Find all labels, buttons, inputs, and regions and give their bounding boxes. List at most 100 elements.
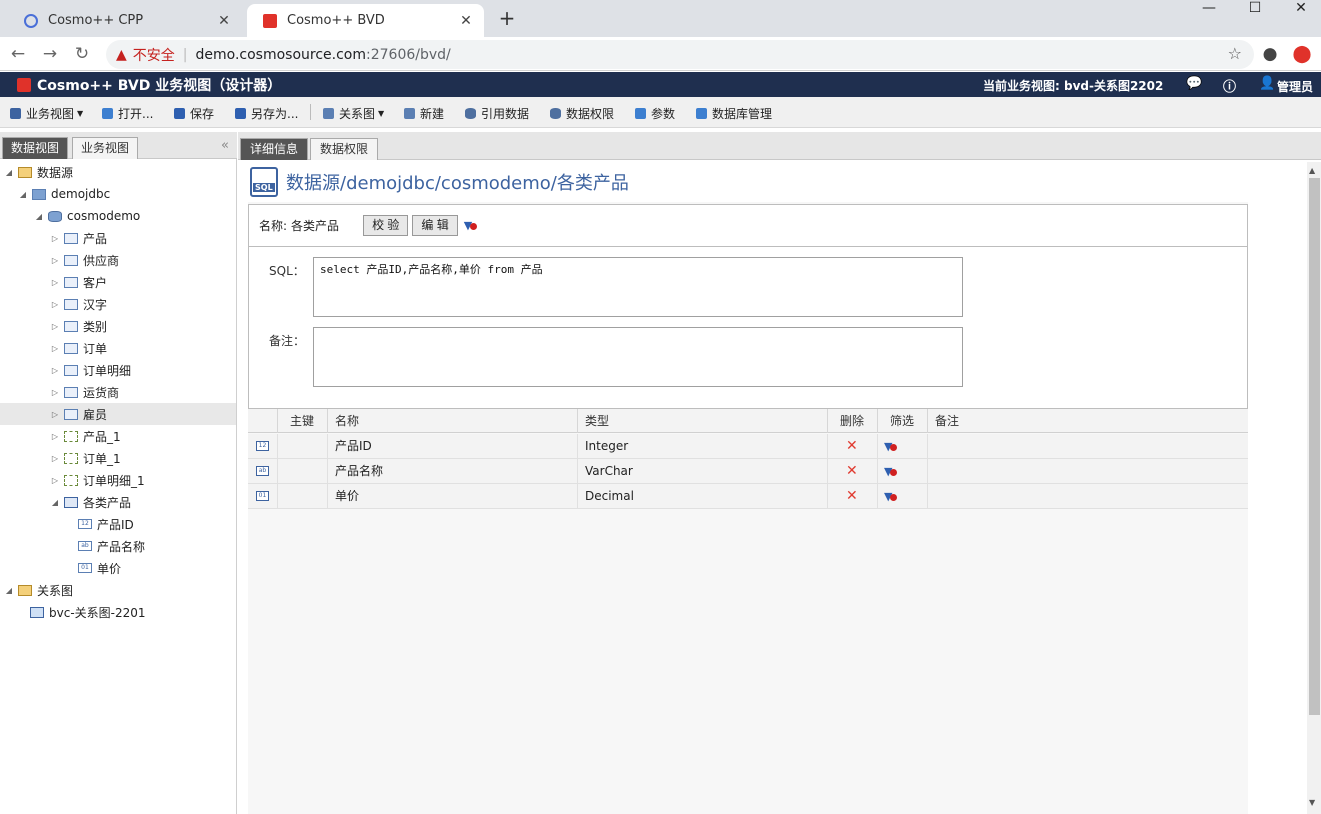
toolbar-data-permission-button[interactable]: 数据权限 bbox=[550, 105, 614, 122]
tree-node-column[interactable]: 01 单价 bbox=[78, 557, 121, 579]
collapse-arrow-icon[interactable]: ▷ bbox=[50, 256, 60, 265]
delete-icon[interactable]: ✕ bbox=[846, 488, 858, 504]
tree-node-datasource[interactable]: ◢ 数据源 bbox=[4, 161, 73, 183]
collapse-arrow-icon[interactable]: ▷ bbox=[50, 278, 60, 287]
table-row[interactable]: ab 产品名称 VarChar ✕ ▼ bbox=[248, 459, 1248, 484]
pk-cell[interactable] bbox=[277, 459, 327, 484]
tree-node-table[interactable]: ▷ 汉字 bbox=[50, 293, 107, 315]
remark-cell[interactable] bbox=[927, 434, 1248, 459]
toolbar-business-view-button[interactable]: 业务视图 ▼ bbox=[10, 105, 83, 122]
grid-header-pk[interactable]: 主键 bbox=[277, 409, 327, 433]
update-icon[interactable]: ⬤ bbox=[1290, 43, 1314, 65]
browser-tab-bvd[interactable]: Cosmo++ BVD ✕ bbox=[247, 4, 484, 37]
tree-node-table[interactable]: ▷ 订单明细 bbox=[50, 359, 131, 381]
grid-header-delete[interactable]: 删除 bbox=[827, 409, 877, 433]
table-row[interactable]: 01 单价 Decimal ✕ ▼ bbox=[248, 484, 1248, 509]
expand-arrow-icon[interactable]: ◢ bbox=[18, 190, 28, 199]
grid-header-name[interactable]: 名称 bbox=[327, 409, 577, 433]
sql-field[interactable]: select 产品ID,产品名称,单价 from 产品 bbox=[313, 257, 963, 317]
new-tab-button[interactable]: + bbox=[496, 6, 518, 30]
maximize-button[interactable]: ☐ bbox=[1232, 0, 1278, 18]
tree-node-demojdbc[interactable]: ◢ demojdbc bbox=[18, 183, 110, 205]
filter-icon[interactable]: ▼ bbox=[884, 440, 898, 453]
collapse-arrow-icon[interactable]: ▷ bbox=[50, 234, 60, 243]
browser-tab-cpp[interactable]: Cosmo++ CPP ✕ bbox=[8, 4, 242, 37]
tree-node-view[interactable]: ▷ 产品_1 bbox=[50, 425, 121, 447]
collapse-arrow-icon[interactable]: ▷ bbox=[50, 300, 60, 309]
pk-cell[interactable] bbox=[277, 484, 327, 509]
tree-node-relation-diagram[interactable]: bvc-关系图-2201 bbox=[30, 601, 146, 623]
type-cell[interactable]: VarChar bbox=[577, 459, 827, 484]
tree-node-cosmodemo[interactable]: ◢ cosmodemo bbox=[34, 205, 140, 227]
collapse-arrow-icon[interactable]: ▷ bbox=[50, 344, 60, 353]
name-cell[interactable]: 产品名称 bbox=[327, 459, 577, 484]
expand-arrow-icon[interactable]: ◢ bbox=[50, 498, 60, 507]
grid-header-remark[interactable]: 备注 bbox=[927, 409, 1248, 433]
info-icon[interactable]: ⓘ bbox=[1223, 76, 1236, 95]
type-cell[interactable]: Decimal bbox=[577, 484, 827, 509]
back-icon[interactable]: ← bbox=[6, 43, 30, 65]
delete-icon[interactable]: ✕ bbox=[846, 463, 858, 479]
edit-button[interactable]: 编 辑 bbox=[412, 215, 458, 236]
tab-details[interactable]: 详细信息 bbox=[240, 138, 309, 160]
tree-node-table[interactable]: ▷ 产品 bbox=[50, 227, 107, 249]
expand-arrow-icon[interactable]: ◢ bbox=[34, 212, 44, 221]
toolbar-save-button[interactable]: 保存 bbox=[174, 105, 214, 122]
toolbar-relation-diagram-button[interactable]: 关系图 ▼ bbox=[323, 105, 384, 122]
toolbar-open-button[interactable]: 打开... bbox=[102, 105, 153, 122]
filter-icon[interactable]: ▼ bbox=[884, 490, 898, 503]
remark-field[interactable] bbox=[313, 327, 963, 387]
chat-icon[interactable]: 💬 bbox=[1186, 76, 1202, 91]
grid-header-filter[interactable]: 筛选 bbox=[877, 409, 927, 433]
scroll-up-icon[interactable]: ▲ bbox=[1309, 166, 1315, 175]
tree-node-table[interactable]: ▷ 供应商 bbox=[50, 249, 119, 271]
toolbar-database-admin-button[interactable]: 数据库管理 bbox=[696, 105, 772, 122]
remark-cell[interactable] bbox=[927, 484, 1248, 509]
reload-icon[interactable]: ↻ bbox=[70, 43, 94, 65]
scrollbar-thumb[interactable] bbox=[1309, 178, 1320, 715]
toolbar-parameter-button[interactable]: 参数 bbox=[635, 105, 675, 122]
expand-arrow-icon[interactable]: ◢ bbox=[4, 586, 14, 595]
validate-button[interactable]: 校 验 bbox=[363, 215, 409, 236]
close-tab-icon[interactable]: ✕ bbox=[216, 13, 232, 29]
tab-data-permission[interactable]: 数据权限 bbox=[310, 138, 379, 160]
collapse-arrow-icon[interactable]: ▷ bbox=[50, 410, 60, 419]
tree-node-column[interactable]: ab 产品名称 bbox=[78, 535, 145, 557]
url-field[interactable]: ▲ 不安全 | demo.cosmosource.com :27606/bvd/… bbox=[106, 40, 1254, 69]
collapse-arrow-icon[interactable]: ▷ bbox=[50, 432, 60, 441]
tree-node-relation-diagrams[interactable]: ◢ 关系图 bbox=[4, 579, 73, 601]
collapse-arrow-icon[interactable]: ▷ bbox=[50, 322, 60, 331]
name-cell[interactable]: 单价 bbox=[327, 484, 577, 509]
close-tab-icon[interactable]: ✕ bbox=[458, 13, 474, 29]
tree-node-sql-table[interactable]: ◢ 各类产品 bbox=[50, 491, 131, 513]
expand-arrow-icon[interactable]: ◢ bbox=[4, 168, 14, 177]
filter-icon[interactable]: ▼ bbox=[464, 219, 478, 232]
close-window-button[interactable]: ✕ bbox=[1278, 0, 1321, 18]
tree-node-view[interactable]: ▷ 订单_1 bbox=[50, 447, 121, 469]
tab-business-view[interactable]: 业务视图 bbox=[72, 137, 139, 159]
remark-cell[interactable] bbox=[927, 459, 1248, 484]
tree-node-table[interactable]: ▷ 客户 bbox=[50, 271, 107, 293]
name-cell[interactable]: 产品ID bbox=[327, 434, 577, 459]
scroll-down-icon[interactable]: ▼ bbox=[1309, 798, 1315, 807]
forward-icon[interactable]: → bbox=[38, 43, 62, 65]
tree-node-view[interactable]: ▷ 订单明细_1 bbox=[50, 469, 145, 491]
grid-header-type[interactable]: 类型 bbox=[577, 409, 827, 433]
tree-node-table-selected[interactable]: ▷ 雇员 bbox=[0, 403, 236, 425]
user-name[interactable]: 管理员 bbox=[1277, 78, 1313, 95]
collapse-panel-icon[interactable]: « bbox=[221, 138, 229, 153]
collapse-arrow-icon[interactable]: ▷ bbox=[50, 366, 60, 375]
delete-icon[interactable]: ✕ bbox=[846, 438, 858, 454]
tree-node-table[interactable]: ▷ 订单 bbox=[50, 337, 107, 359]
minimize-button[interactable]: — bbox=[1186, 0, 1232, 18]
collapse-arrow-icon[interactable]: ▷ bbox=[50, 454, 60, 463]
tree-node-table[interactable]: ▷ 类别 bbox=[50, 315, 107, 337]
collapse-arrow-icon[interactable]: ▷ bbox=[50, 476, 60, 485]
table-row[interactable]: 12 产品ID Integer ✕ ▼ bbox=[248, 434, 1248, 459]
profile-icon[interactable]: ● bbox=[1258, 43, 1282, 65]
toolbar-save-as-button[interactable]: 另存为... bbox=[235, 105, 298, 122]
tab-data-view[interactable]: 数据视图 bbox=[2, 137, 69, 159]
collapse-arrow-icon[interactable]: ▷ bbox=[50, 388, 60, 397]
pk-cell[interactable] bbox=[277, 434, 327, 459]
toolbar-new-button[interactable]: 新建 bbox=[404, 105, 444, 122]
